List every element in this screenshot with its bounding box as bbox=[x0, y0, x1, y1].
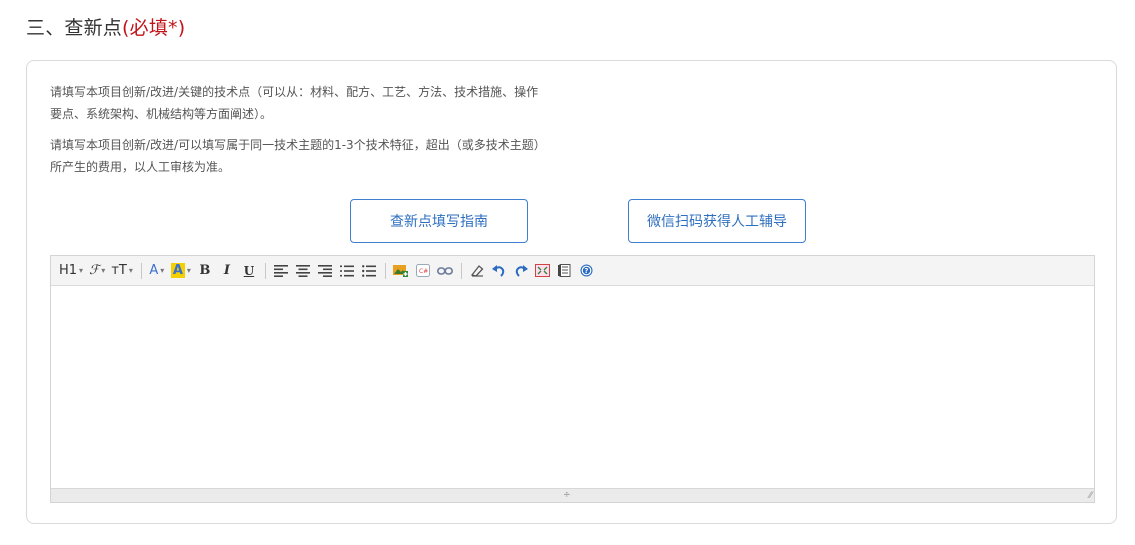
heading-dropdown[interactable]: H1 ▾ bbox=[59, 261, 83, 281]
align-right-icon bbox=[317, 264, 332, 277]
hint-text-1: 请填写本项目创新/改进/关键的技术点（可以从：材料、配方、工艺、方法、技术措施、… bbox=[50, 85, 539, 121]
ordered-list-button[interactable] bbox=[339, 261, 355, 281]
editor-statusbar: ÷ ⁄⁄ bbox=[51, 488, 1094, 502]
link-icon bbox=[436, 266, 453, 275]
align-left-button[interactable] bbox=[273, 261, 289, 281]
bold-button[interactable]: B bbox=[197, 261, 213, 281]
section-title-text: 三、查新点 bbox=[26, 17, 123, 39]
eraser-icon bbox=[470, 265, 484, 277]
eraser-button[interactable] bbox=[469, 261, 485, 281]
required-marker: (必填*) bbox=[122, 17, 186, 39]
font-size-icon: ᴛT bbox=[111, 263, 127, 278]
heading-label: H1 bbox=[59, 263, 78, 278]
redo-icon bbox=[515, 265, 528, 277]
font-color-icon: A bbox=[149, 263, 159, 278]
fullscreen-icon bbox=[535, 264, 551, 277]
background-color-icon: A bbox=[170, 263, 185, 278]
source-icon bbox=[557, 264, 571, 277]
background-color-button[interactable]: A ▾ bbox=[170, 261, 191, 281]
align-right-button[interactable] bbox=[317, 261, 333, 281]
font-family-icon: ℱ bbox=[89, 263, 100, 278]
italic-button[interactable]: I bbox=[219, 261, 235, 281]
corner-resize-icon[interactable]: ⁄⁄ bbox=[1089, 492, 1092, 501]
unordered-list-button[interactable] bbox=[361, 261, 377, 281]
svg-text:?: ? bbox=[585, 267, 589, 275]
toolbar-divider bbox=[140, 262, 142, 279]
redo-button[interactable] bbox=[513, 261, 529, 281]
svg-text:C#: C# bbox=[419, 268, 428, 275]
ordered-list-icon bbox=[339, 265, 354, 276]
font-size-dropdown[interactable]: ᴛT ▾ bbox=[111, 261, 133, 281]
chevron-down-icon: ▾ bbox=[79, 266, 84, 275]
chevron-down-icon: ▾ bbox=[101, 266, 106, 275]
insert-code-button[interactable]: C# bbox=[415, 261, 431, 281]
editor-toolbar: H1 ▾ ℱ ▾ ᴛT ▾ A ▾ A ▾ B I U C# ? bbox=[51, 256, 1094, 286]
fill-guide-button[interactable]: 查新点填写指南 bbox=[350, 199, 528, 243]
rich-text-editor: H1 ▾ ℱ ▾ ᴛT ▾ A ▾ A ▾ B I U C# ? ÷ ⁄⁄ bbox=[50, 255, 1095, 503]
unordered-list-icon bbox=[361, 264, 376, 277]
help-icon: ? bbox=[580, 264, 593, 277]
undo-button[interactable] bbox=[491, 261, 507, 281]
chevron-down-icon: ▾ bbox=[128, 266, 133, 275]
code-icon: C# bbox=[415, 264, 430, 277]
wechat-tutoring-button[interactable]: 微信扫码获得人工辅导 bbox=[628, 199, 806, 243]
insert-link-button[interactable] bbox=[436, 261, 453, 281]
align-center-button[interactable] bbox=[295, 261, 311, 281]
fullscreen-button[interactable] bbox=[535, 261, 551, 281]
image-icon bbox=[393, 265, 409, 277]
align-left-icon bbox=[273, 264, 288, 277]
undo-icon bbox=[491, 265, 505, 277]
hint-text-2: 请填写本项目创新/改进/可以填写属于同一技术主题的1-3个技术特征，超出（或多技… bbox=[50, 138, 546, 174]
source-code-button[interactable] bbox=[557, 261, 573, 281]
font-color-button[interactable]: A ▾ bbox=[149, 261, 165, 281]
chevron-down-icon: ▾ bbox=[160, 266, 165, 275]
insert-image-button[interactable] bbox=[393, 261, 409, 281]
editor-content-area[interactable] bbox=[51, 286, 1094, 488]
font-family-dropdown[interactable]: ℱ ▾ bbox=[89, 261, 105, 281]
section-title: 三、查新点(必填*) bbox=[26, 13, 185, 40]
help-button[interactable]: ? bbox=[579, 261, 595, 281]
chevron-down-icon: ▾ bbox=[186, 266, 191, 275]
align-center-icon bbox=[295, 264, 310, 277]
underline-button[interactable]: U bbox=[241, 261, 257, 281]
toolbar-divider bbox=[460, 262, 462, 279]
toolbar-divider bbox=[264, 262, 266, 279]
toolbar-divider bbox=[384, 262, 386, 279]
resize-grip-icon[interactable]: ÷ bbox=[563, 491, 571, 500]
